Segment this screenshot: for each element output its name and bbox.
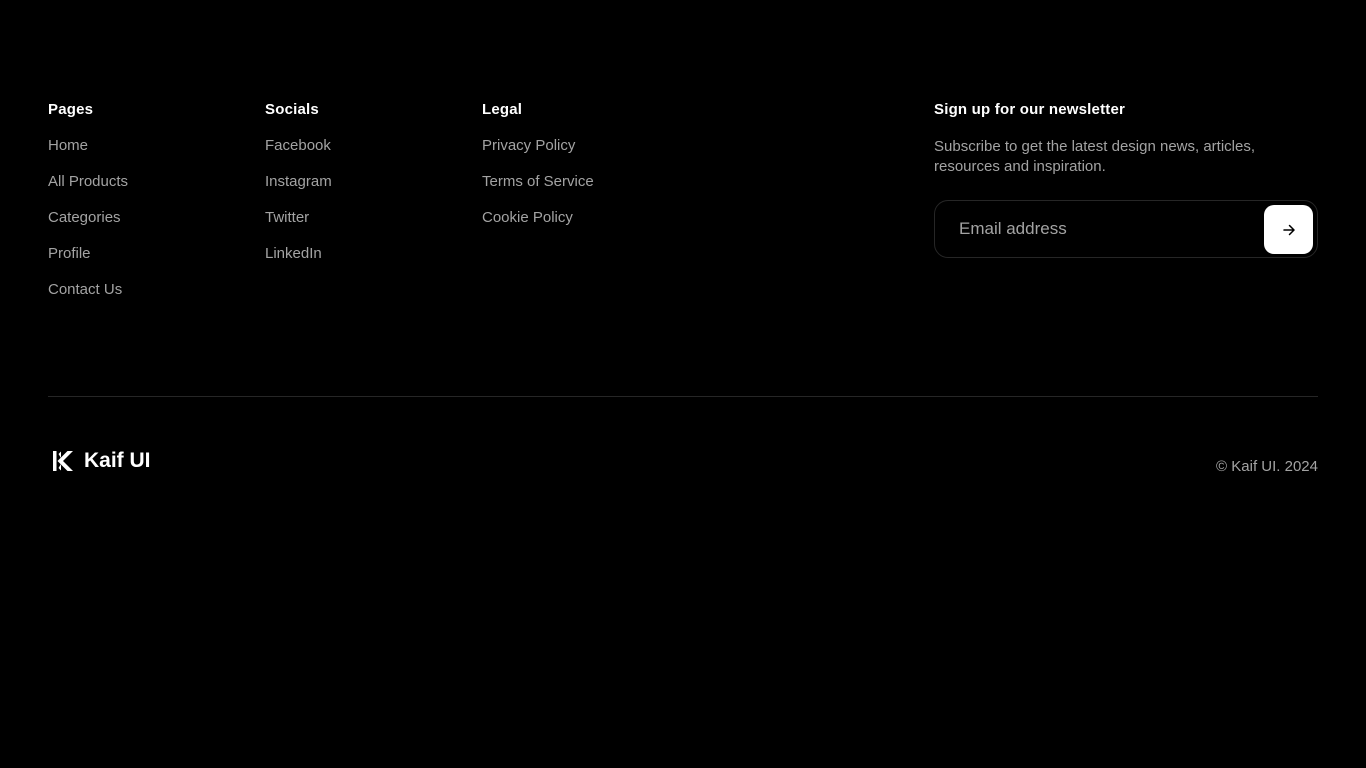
kaif-k-logo-icon [53, 451, 73, 471]
column-title-socials: Socials [265, 101, 319, 118]
footer-link-cookie-policy[interactable]: Cookie Policy [482, 209, 573, 227]
footer-link-privacy-policy[interactable]: Privacy Policy [482, 137, 575, 155]
arrow-right-icon [1282, 224, 1295, 235]
footer-link-profile[interactable]: Profile [48, 245, 91, 263]
newsletter-description: Subscribe to get the latest design news,… [934, 138, 1256, 175]
newsletter-section: Sign up for our newsletter Subscribe to … [934, 101, 1318, 258]
footer-link-categories[interactable]: Categories [48, 209, 121, 227]
footer-link-twitter[interactable]: Twitter [265, 209, 309, 227]
newsletter-form [934, 200, 1318, 258]
newsletter-title: Sign up for our newsletter [934, 101, 1126, 118]
brand-home-link[interactable]: Kaif UI [52, 448, 151, 474]
footer-link-instagram[interactable]: Instagram [265, 173, 332, 191]
legal-link-list: Privacy Policy Terms of Service Cookie P… [482, 137, 594, 245]
column-title-legal: Legal [482, 101, 523, 118]
footer-column-pages: Pages Home All Products Categories Profi… [48, 101, 128, 317]
footer-link-terms-of-service[interactable]: Terms of Service [482, 173, 594, 191]
footer-divider [48, 396, 1318, 397]
footer-link-linkedin[interactable]: LinkedIn [265, 245, 322, 263]
copyright-text: © Kaif UI. 2024 [1216, 458, 1318, 475]
subscribe-button[interactable] [1264, 205, 1313, 254]
column-title-pages: Pages [48, 101, 94, 118]
footer-link-all-products[interactable]: All Products [48, 173, 128, 191]
socials-link-list: Facebook Instagram Twitter LinkedIn [265, 137, 332, 281]
brand-name: Kaif UI [84, 449, 151, 472]
footer-link-facebook[interactable]: Facebook [265, 137, 331, 155]
email-input[interactable] [959, 201, 1259, 257]
footer-link-home[interactable]: Home [48, 137, 88, 155]
site-footer: Pages Home All Products Categories Profi… [0, 0, 1366, 768]
footer-column-legal: Legal Privacy Policy Terms of Service Co… [482, 101, 594, 245]
footer-link-contact-us[interactable]: Contact Us [48, 281, 122, 299]
footer-column-socials: Socials Facebook Instagram Twitter Linke… [265, 101, 332, 281]
pages-link-list: Home All Products Categories Profile Con… [48, 137, 128, 317]
